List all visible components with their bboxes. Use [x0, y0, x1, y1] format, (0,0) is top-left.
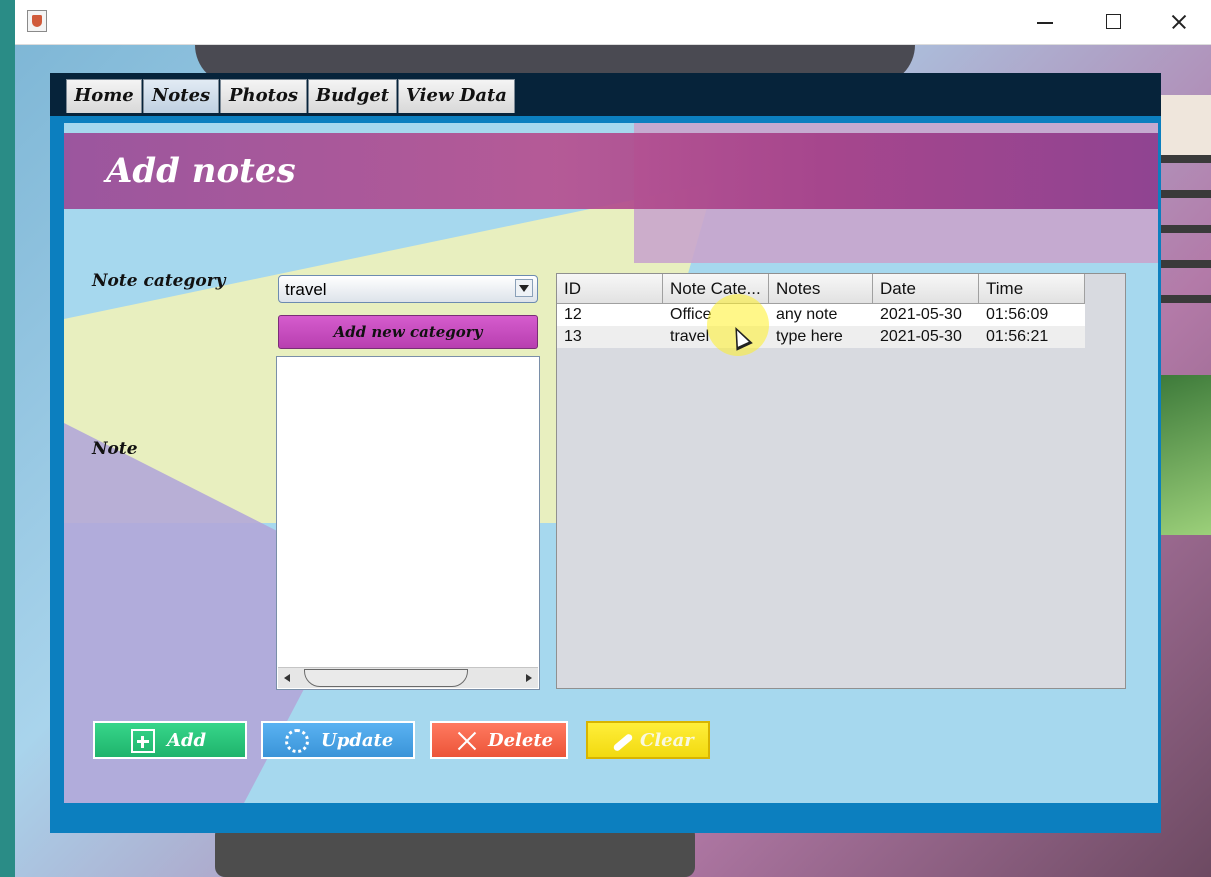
tab-view-data[interactable]: View Data — [398, 79, 515, 113]
app-frame: Home Notes Photos Budget View Data Add n… — [50, 73, 1161, 833]
table-row[interactable]: 13 travel type here 2021-05-30 01:56:21 — [557, 326, 1085, 348]
scroll-right-icon[interactable] — [520, 668, 538, 688]
column-header-notes[interactable]: Notes — [769, 274, 873, 304]
eraser-icon — [608, 729, 632, 753]
note-label: Note — [92, 439, 138, 459]
tab-notes[interactable]: Notes — [143, 79, 219, 113]
background-stripes — [1160, 155, 1211, 315]
notes-table[interactable]: ID Note Cate... Notes Date Time 12 Offic… — [556, 273, 1126, 689]
update-button[interactable]: Update — [261, 721, 415, 759]
category-select-value: travel — [285, 280, 327, 299]
note-category-label: Note category — [92, 271, 226, 291]
table-cell: type here — [776, 328, 843, 345]
table-cell: 12 — [564, 306, 582, 323]
table-cell: 01:56:09 — [986, 306, 1049, 323]
app-window: Home Notes Photos Budget View Data Add n… — [15, 0, 1211, 877]
background-plant — [1160, 375, 1211, 535]
add-new-category-button[interactable]: Add new category — [278, 315, 538, 349]
title-bar — [15, 0, 1211, 45]
close-icon[interactable] — [1149, 0, 1209, 44]
table-cell: 01:56:21 — [986, 328, 1049, 345]
clear-button-label: Clear — [640, 730, 694, 751]
tab-home[interactable]: Home — [66, 79, 142, 113]
tab-budget[interactable]: Budget — [308, 79, 397, 113]
delete-button-label: Delete — [488, 730, 554, 751]
tab-bar: Home Notes Photos Budget View Data — [50, 73, 1161, 116]
table-cell: 13 — [564, 328, 582, 345]
close-icon — [454, 729, 478, 753]
background-wall — [1160, 95, 1211, 155]
add-button-label: Add — [167, 730, 207, 751]
minimize-icon[interactable] — [1015, 0, 1075, 44]
horizontal-scrollbar[interactable] — [278, 667, 538, 688]
column-header-date[interactable]: Date — [873, 274, 979, 304]
refresh-icon — [285, 729, 309, 753]
column-header-time[interactable]: Time — [979, 274, 1085, 304]
page-title: Add notes — [106, 151, 296, 191]
table-cell: 2021-05-30 — [880, 306, 962, 323]
column-header-id[interactable]: ID — [557, 274, 663, 304]
table-header: ID Note Cate... Notes Date Time — [557, 274, 1085, 304]
delete-button[interactable]: Delete — [430, 721, 568, 759]
tab-photos[interactable]: Photos — [220, 79, 307, 113]
table-cell: any note — [776, 306, 838, 323]
category-select[interactable]: travel — [278, 275, 538, 303]
clear-button[interactable]: Clear — [586, 721, 710, 759]
notes-panel: Add notes Note category Note travel Add … — [64, 123, 1158, 803]
table-cell: 2021-05-30 — [880, 328, 962, 345]
maximize-icon[interactable] — [1083, 0, 1143, 44]
scroll-left-icon[interactable] — [278, 668, 296, 688]
update-button-label: Update — [321, 730, 394, 751]
scroll-thumb[interactable] — [304, 669, 468, 687]
add-button[interactable]: Add — [93, 721, 247, 759]
table-body: 12 Office any note 2021-05-30 01:56:09 1… — [557, 304, 1085, 348]
note-textarea[interactable] — [276, 356, 540, 690]
chevron-down-icon[interactable] — [515, 279, 533, 297]
add-icon — [131, 729, 155, 753]
java-cup-icon — [27, 10, 47, 32]
table-row[interactable]: 12 Office any note 2021-05-30 01:56:09 — [557, 304, 1085, 326]
